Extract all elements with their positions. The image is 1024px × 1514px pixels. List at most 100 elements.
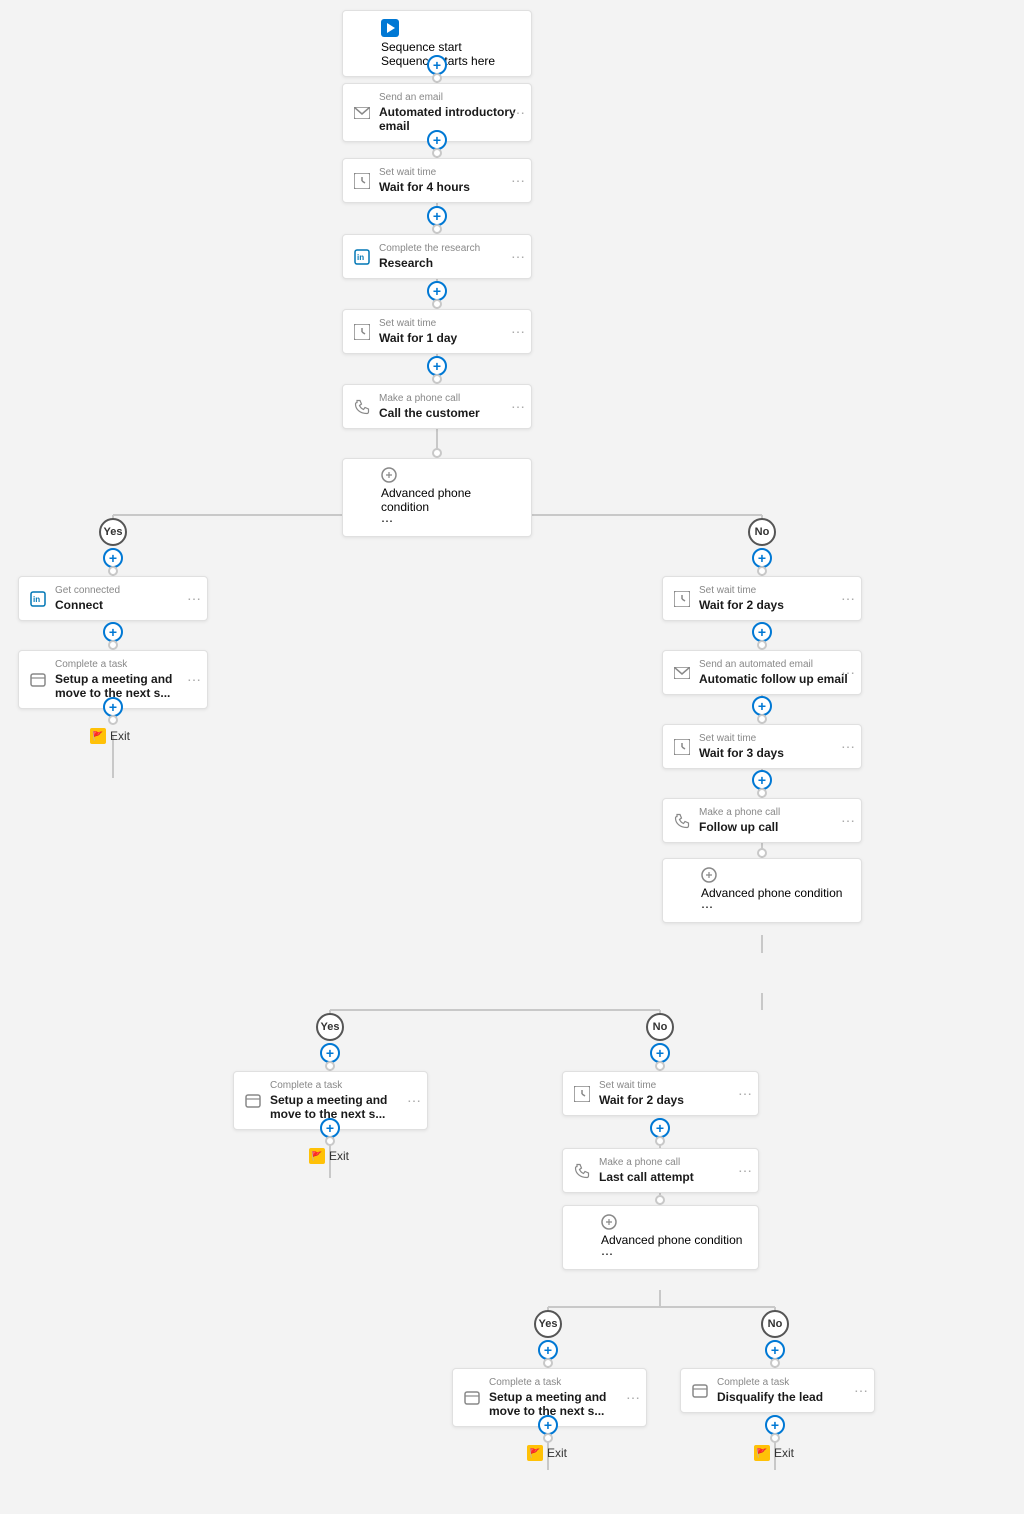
connect-menu[interactable]: ⋯ xyxy=(187,590,201,607)
followup-call-icon xyxy=(673,812,691,830)
add-button-1[interactable]: + xyxy=(427,55,447,75)
wait-3-menu[interactable]: ⋯ xyxy=(841,738,855,755)
connector-dot-cond3 xyxy=(655,1195,665,1205)
condition-3-menu[interactable]: ⋯ xyxy=(601,1247,748,1261)
wait-no-2-menu[interactable]: ⋯ xyxy=(738,1085,752,1102)
exit-2-icon: 🚩 xyxy=(309,1148,325,1164)
add-button-no-1[interactable]: + xyxy=(752,548,772,568)
connector-dot-1 xyxy=(432,73,442,83)
add-button-2[interactable]: + xyxy=(427,130,447,150)
setup-meeting-2-menu[interactable]: ⋯ xyxy=(407,1092,421,1109)
send-email-1-menu[interactable]: ⋯ xyxy=(511,104,525,121)
last-call-menu[interactable]: ⋯ xyxy=(738,1162,752,1179)
auto-followup-type: Send an automated email xyxy=(699,659,851,670)
condition-3-icon xyxy=(601,1214,748,1233)
add-button-yes-3[interactable]: + xyxy=(538,1340,558,1360)
wait-2-menu[interactable]: ⋯ xyxy=(511,323,525,340)
connector-dot-6 xyxy=(432,448,442,458)
connector-dot-2 xyxy=(432,148,442,158)
last-call-icon xyxy=(573,1162,591,1180)
add-button-3[interactable]: + xyxy=(427,206,447,226)
phone-call-1-menu[interactable]: ⋯ xyxy=(511,398,525,415)
condition-1-icon xyxy=(381,467,521,486)
wait-1-icon xyxy=(353,172,371,190)
add-button-waitno2[interactable]: + xyxy=(650,1118,670,1138)
exit-1-label: Exit xyxy=(110,729,130,743)
auto-followup-menu[interactable]: ⋯ xyxy=(841,664,855,681)
add-button-5[interactable]: + xyxy=(427,356,447,376)
followup-call-menu[interactable]: ⋯ xyxy=(841,812,855,829)
wait-1-type: Set wait time xyxy=(379,167,521,178)
setup-meeting-3-menu[interactable]: ⋯ xyxy=(626,1389,640,1406)
exit-2: 🚩 Exit xyxy=(309,1148,349,1164)
wait-no-2-card[interactable]: Set wait time Wait for 2 days ⋯ xyxy=(562,1071,759,1116)
add-button-setup2[interactable]: + xyxy=(320,1118,340,1138)
last-call-type: Make a phone call xyxy=(599,1157,748,1168)
add-button-setup3[interactable]: + xyxy=(538,1415,558,1435)
wait-2-card[interactable]: Set wait time Wait for 1 day ⋯ xyxy=(342,309,532,354)
add-button-4[interactable]: + xyxy=(427,281,447,301)
condition-2-label: Advanced phone condition xyxy=(701,886,851,900)
connector-dot-disqualify xyxy=(770,1433,780,1443)
add-button-wait3[interactable]: + xyxy=(752,770,772,790)
send-email-1-label: Automated introductory email xyxy=(379,105,521,133)
research-icon: in xyxy=(353,248,371,266)
condition-2-icon xyxy=(701,867,851,886)
svg-text:in: in xyxy=(357,253,364,262)
wait-no-1-menu[interactable]: ⋯ xyxy=(841,590,855,607)
followup-call-card[interactable]: Make a phone call Follow up call ⋯ xyxy=(662,798,862,843)
research-menu[interactable]: ⋯ xyxy=(511,248,525,265)
wait-3-type: Set wait time xyxy=(699,733,851,744)
connect-card[interactable]: in Get connected Connect ⋯ xyxy=(18,576,208,621)
condition-1-menu[interactable]: ⋯ xyxy=(381,514,521,528)
add-button-no-3[interactable]: + xyxy=(765,1340,785,1360)
add-button-disqualify[interactable]: + xyxy=(765,1415,785,1435)
connector-dot-cond2 xyxy=(757,848,767,858)
auto-followup-card[interactable]: Send an automated email Automatic follow… xyxy=(662,650,862,695)
setup-meeting-1-menu[interactable]: ⋯ xyxy=(187,671,201,688)
wait-3-card[interactable]: Set wait time Wait for 3 days ⋯ xyxy=(662,724,862,769)
exit-4-label: Exit xyxy=(774,1446,794,1460)
condition-2-menu[interactable]: ⋯ xyxy=(701,900,851,914)
no-label-1: No xyxy=(748,518,776,546)
phone-call-1-card[interactable]: Make a phone call Call the customer ⋯ xyxy=(342,384,532,429)
sequence-start-label: Sequence starts here xyxy=(381,54,521,68)
setup-meeting-3-icon xyxy=(463,1389,481,1407)
last-call-label: Last call attempt xyxy=(599,1170,748,1184)
exit-4-icon: 🚩 xyxy=(754,1445,770,1461)
add-button-no-2[interactable]: + xyxy=(650,1043,670,1063)
condition-3-card[interactable]: Advanced phone condition ⋯ xyxy=(562,1205,759,1270)
add-button-connect[interactable]: + xyxy=(103,622,123,642)
add-button-setup1[interactable]: + xyxy=(103,697,123,717)
connector-dot-yes-3 xyxy=(543,1358,553,1368)
add-button-yes-1[interactable]: + xyxy=(103,548,123,568)
disqualify-card[interactable]: Complete a task Disqualify the lead ⋯ xyxy=(680,1368,875,1413)
wait-no-1-card[interactable]: Set wait time Wait for 2 days ⋯ xyxy=(662,576,862,621)
research-card[interactable]: in Complete the research Research ⋯ xyxy=(342,234,532,279)
wait-3-label: Wait for 3 days xyxy=(699,746,851,760)
wait-no-1-icon xyxy=(673,590,691,608)
setup-meeting-1-type: Complete a task xyxy=(55,659,197,670)
sequence-start-icon xyxy=(381,19,521,40)
exit-3-label: Exit xyxy=(547,1446,567,1460)
add-button-waitno1[interactable]: + xyxy=(752,622,772,642)
wait-no-1-label: Wait for 2 days xyxy=(699,598,851,612)
sequence-start-type: Sequence start xyxy=(381,40,521,54)
exit-3-icon: 🚩 xyxy=(527,1445,543,1461)
add-button-yes-2[interactable]: + xyxy=(320,1043,340,1063)
connect-icon: in xyxy=(29,590,47,608)
add-button-autofollowup[interactable]: + xyxy=(752,696,772,716)
last-call-card[interactable]: Make a phone call Last call attempt ⋯ xyxy=(562,1148,759,1193)
disqualify-menu[interactable]: ⋯ xyxy=(854,1382,868,1399)
condition-1-card[interactable]: Advanced phone condition ⋯ xyxy=(342,458,532,537)
wait-2-label: Wait for 1 day xyxy=(379,331,521,345)
email-icon xyxy=(353,104,371,122)
connector-dot-no-2 xyxy=(655,1061,665,1071)
wait-1-card[interactable]: Set wait time Wait for 4 hours ⋯ xyxy=(342,158,532,203)
connect-type: Get connected xyxy=(55,585,197,596)
condition-1-label: Advanced phone condition xyxy=(381,486,521,514)
condition-2-card[interactable]: Advanced phone condition ⋯ xyxy=(662,858,862,923)
exit-1: 🚩 Exit xyxy=(90,728,130,744)
wait-1-menu[interactable]: ⋯ xyxy=(511,172,525,189)
connector-dot-no-1 xyxy=(757,566,767,576)
